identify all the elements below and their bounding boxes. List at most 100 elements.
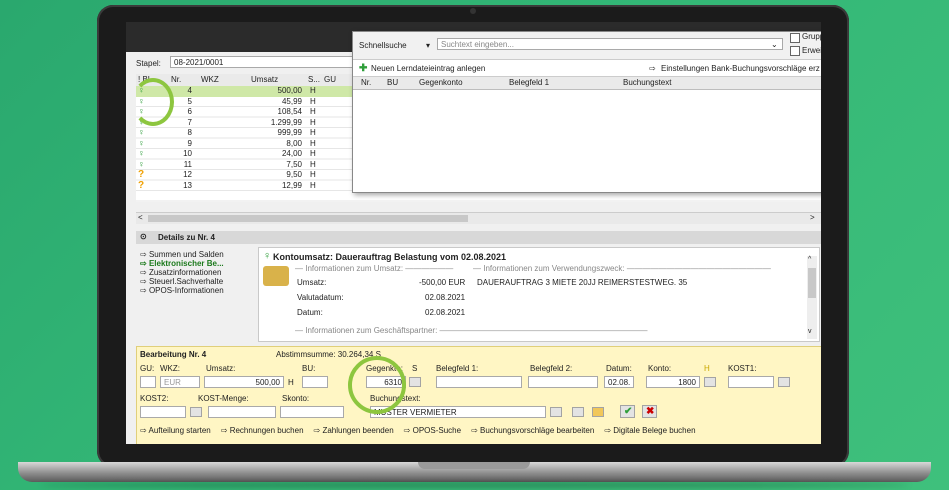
row-umsatz: 45,99 [281, 96, 302, 106]
popup-col-buchungstext[interactable]: Buchungstext [623, 78, 671, 87]
details-scroll-thumb[interactable] [808, 268, 816, 298]
col-s[interactable]: S... [308, 75, 320, 84]
wkz-label: WKZ: [160, 364, 180, 373]
row-umsatz: 1.299,99 [270, 117, 302, 127]
row-s: H [310, 117, 316, 127]
action-link[interactable]: ⇨ Buchungsvorschläge bearbeiten [471, 426, 594, 435]
folder-icon[interactable] [592, 407, 604, 417]
new-entry-link[interactable]: Neuen Lerndateieintrag anlegen [371, 64, 485, 73]
row-nr: 13 [183, 180, 192, 190]
action-link[interactable]: ⇨ Aufteilung starten [140, 426, 211, 435]
details-nav-item[interactable]: ⇨ Zusatzinformationen [140, 268, 260, 277]
add-icon[interactable]: ✚ [359, 63, 367, 74]
row-nr: 8 [187, 128, 192, 137]
action-label: Digitale Belege buchen [613, 426, 696, 435]
row-s: H [310, 170, 316, 179]
scroll-right-icon[interactable]: > [810, 213, 815, 222]
kost2-input[interactable] [140, 406, 186, 418]
gegenkonto-lookup-icon[interactable] [409, 377, 421, 387]
scroll-down-icon[interactable]: v [808, 328, 812, 335]
action-link[interactable]: ⇨ Rechnungen buchen [221, 426, 304, 435]
row-umsatz: 8,00 [286, 138, 302, 148]
kost1-label: KOST1: [728, 364, 757, 373]
quick-search-input[interactable]: Suchtext eingeben... [437, 38, 783, 50]
col-umsatz[interactable]: Umsatz [251, 75, 278, 84]
h-label: H [704, 364, 710, 373]
collapse-icon[interactable]: ⊙ [140, 232, 147, 241]
details-nav-item[interactable]: ⇨ Steuerl.Sachverhalte [140, 277, 260, 286]
action-link[interactable]: ⇨ OPOS-Suche [404, 426, 461, 435]
row-umsatz: 24,00 [281, 149, 302, 158]
valuta-label: Valutadatum: [297, 293, 344, 302]
stapel-input[interactable]: 08-2021/0001 [170, 56, 356, 68]
grid-hscrollbar[interactable]: < > [136, 212, 821, 224]
action-label: Rechnungen buchen [229, 426, 304, 435]
buchungstext-lookup-icon[interactable] [550, 407, 562, 417]
details-nav-item[interactable]: ⇨ OPOS-Informationen [140, 286, 260, 295]
chevron-down-icon[interactable]: ⌄ [771, 40, 778, 49]
datum-value: 02.08.2021 [425, 308, 466, 317]
scroll-up-icon[interactable]: ^ [808, 256, 811, 263]
action-link[interactable]: ⇨ Digitale Belege buchen [604, 426, 695, 435]
group-checkbox[interactable] [790, 33, 800, 43]
bu-input[interactable] [302, 376, 328, 388]
search-mode-dropdown-icon[interactable]: ▾ [426, 41, 430, 50]
kostmenge-input[interactable] [208, 406, 276, 418]
kost2-lookup-icon[interactable] [190, 407, 202, 417]
popup-col-nr[interactable]: Nr. [361, 78, 371, 87]
action-bar: ⇨ Aufteilung starten ⇨ Rechnungen buchen ⇨… [140, 426, 820, 438]
save-icon[interactable] [572, 407, 584, 417]
scroll-left-icon[interactable]: < [138, 213, 143, 222]
kost1-input[interactable] [728, 376, 774, 388]
kost1-lookup-icon[interactable] [778, 377, 790, 387]
scroll-thumb[interactable] [148, 215, 468, 222]
arrow-icon: ⇨ [140, 259, 149, 268]
umsatz-sh[interactable]: H [288, 378, 294, 387]
action-link[interactable]: ⇨ Zahlungen beenden [314, 426, 394, 435]
wkz-select[interactable]: EUR [160, 376, 200, 388]
datum-input[interactable]: 02.08. [604, 376, 634, 388]
beleg1-input[interactable] [436, 376, 522, 388]
row-s: H [310, 128, 316, 137]
confirm-button[interactable]: ✔ [620, 405, 635, 418]
row-umsatz: 7,50 [286, 159, 302, 169]
settings-link[interactable]: Einstellungen Bank-Buchungsvorschläge er… [661, 64, 820, 73]
col-gu[interactable]: GU [324, 75, 336, 84]
details-nav-item[interactable]: ⇨ Summen und Salden [140, 250, 260, 259]
popup-col-gegenkonto[interactable]: Gegenkonto [419, 78, 463, 87]
datum-label: Datum: [297, 308, 323, 317]
s-label: S [412, 364, 418, 373]
bulb-icon: ♀ [138, 148, 145, 158]
row-s: H [310, 107, 316, 116]
beleg2-input[interactable] [528, 376, 598, 388]
bulb-icon: ♀ [263, 250, 272, 262]
skonto-input[interactable] [280, 406, 344, 418]
details-nav-item[interactable]: ⇨ Elektronischer Be... [140, 259, 260, 268]
close-icon: ✖ [646, 406, 655, 417]
konto-input[interactable]: 1800 [646, 376, 700, 388]
gu-input[interactable] [140, 376, 156, 388]
action-label: Aufteilung starten [148, 426, 211, 435]
row-s: H [310, 159, 316, 169]
popup-col-belegfeld[interactable]: Belegfeld 1 [509, 78, 549, 87]
beleg1-label: Belegfeld 1: [436, 364, 479, 373]
konto-lookup-icon[interactable] [704, 377, 716, 387]
umsatz-input[interactable]: 500,00 [204, 376, 284, 388]
umsatz-field-label: Umsatz: [206, 364, 236, 373]
arrow-icon: ⇨ [140, 268, 149, 277]
cancel-button[interactable]: ✖ [642, 405, 657, 418]
row-nr: 7 [187, 117, 192, 127]
bulb-icon: ♀ [138, 127, 145, 137]
details-nav-label: Elektronischer Be... [148, 259, 224, 268]
details-vscrollbar[interactable]: ^ v [807, 256, 817, 339]
col-wkz[interactable]: WKZ [201, 75, 219, 84]
buchungstext-input[interactable]: MUSTER VERMIETER [370, 406, 546, 418]
popup-col-bu[interactable]: BU [387, 78, 398, 87]
row-nr: 10 [183, 149, 192, 158]
umsatz-label: Umsatz: [297, 278, 327, 287]
extended-search-checkbox[interactable] [790, 46, 800, 56]
arrow-icon: ⇨ [140, 286, 149, 295]
row-s: H [310, 96, 316, 106]
details-header[interactable]: ⊙ Details zu Nr. 4 [136, 231, 821, 244]
col-nr[interactable]: Nr. [171, 75, 181, 84]
